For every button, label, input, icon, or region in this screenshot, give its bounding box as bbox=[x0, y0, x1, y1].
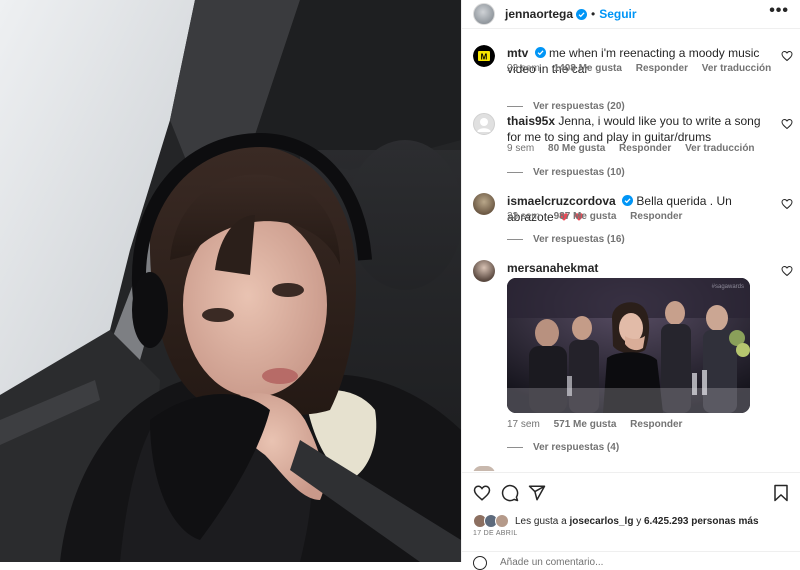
heart-icon[interactable] bbox=[781, 198, 793, 210]
reply-button[interactable]: Responder bbox=[636, 63, 688, 74]
comment-likes[interactable]: 571 Me gusta bbox=[554, 419, 617, 430]
comment-likes[interactable]: 80 Me gusta bbox=[548, 143, 605, 154]
view-replies-button[interactable]: Ver respuestas (4) bbox=[507, 442, 619, 453]
comment-username[interactable]: mtv bbox=[507, 46, 528, 60]
comment-meta: 9 sem 80 Me gusta Responder Ver traducci… bbox=[507, 143, 766, 154]
post-actions: Les gusta a josecarlos_lg y 6.425.293 pe… bbox=[462, 472, 800, 570]
add-comment-input[interactable]: Añade un comentario... bbox=[500, 557, 603, 568]
heart-icon[interactable] bbox=[781, 50, 793, 62]
comment-time: 9 sem bbox=[507, 143, 535, 154]
comment-username[interactable]: mersanahekmat bbox=[507, 261, 598, 275]
awards-audience-gif-image: #sagawards bbox=[507, 278, 750, 413]
comment-meta: 23 sem 987 Me gusta Responder bbox=[507, 211, 693, 222]
comment-gif[interactable]: #sagawards bbox=[507, 278, 750, 413]
heart-icon[interactable] bbox=[781, 265, 793, 277]
comments-list[interactable]: M mtv me when i'm reenacting a moody mus… bbox=[462, 30, 800, 471]
likes-joiner: y bbox=[636, 515, 642, 527]
follow-button[interactable]: Seguir bbox=[599, 7, 636, 21]
liked-by-user[interactable]: josecarlos_lg bbox=[570, 516, 634, 527]
commenter-avatar[interactable] bbox=[473, 113, 495, 135]
likes-prefix: Les gusta a bbox=[515, 515, 567, 527]
next-comment-avatar bbox=[473, 466, 495, 471]
default-avatar-icon bbox=[477, 118, 491, 132]
commenter-avatar[interactable] bbox=[473, 193, 495, 215]
post-photo[interactable] bbox=[0, 0, 461, 562]
post-header: jennaortega • Seguir ••• bbox=[462, 0, 800, 29]
comment-time: 23 sem bbox=[507, 63, 540, 74]
instagram-post: jennaortega • Seguir ••• M mtv me when i… bbox=[0, 0, 800, 570]
comment-icon[interactable] bbox=[501, 484, 519, 502]
heart-icon[interactable] bbox=[781, 118, 793, 130]
commenter-avatar[interactable]: M bbox=[473, 45, 495, 67]
liker-avatar bbox=[495, 514, 509, 528]
more-options-icon[interactable]: ••• bbox=[769, 2, 789, 20]
share-icon[interactable] bbox=[528, 484, 546, 502]
verified-badge-icon bbox=[534, 47, 546, 58]
view-replies-button[interactable]: Ver respuestas (16) bbox=[507, 234, 625, 245]
comment-username[interactable]: thais95x bbox=[507, 114, 555, 128]
comment-time: 17 sem bbox=[507, 419, 540, 430]
heart-icon[interactable] bbox=[473, 484, 491, 502]
verified-badge-icon bbox=[622, 195, 634, 206]
reply-button[interactable]: Responder bbox=[630, 211, 682, 222]
likes-count[interactable]: 6.425.293 personas más bbox=[644, 516, 759, 527]
comment-body: thais95x Jenna, i would like you to writ… bbox=[507, 113, 773, 145]
comment-time: 23 sem bbox=[507, 211, 540, 222]
mtv-logo-letter: M bbox=[481, 53, 488, 62]
gif-watermark-text: #sagawards bbox=[712, 284, 744, 290]
author-username[interactable]: jennaortega bbox=[505, 7, 573, 21]
commenter-avatar[interactable] bbox=[473, 260, 495, 282]
comment-meta: 17 sem 571 Me gusta Responder bbox=[507, 419, 693, 430]
author-avatar[interactable] bbox=[473, 3, 495, 25]
verified-badge-icon bbox=[576, 8, 588, 20]
view-replies-button[interactable]: Ver respuestas (20) bbox=[507, 101, 625, 112]
reply-button[interactable]: Responder bbox=[619, 143, 671, 154]
comment-username[interactable]: ismaelcruzcordova bbox=[507, 194, 616, 208]
header-separator: • bbox=[591, 7, 596, 21]
comment-body: mersanahekmat bbox=[507, 260, 773, 276]
emoji-icon[interactable] bbox=[473, 556, 487, 570]
likes-summary[interactable]: Les gusta a josecarlos_lg y 6.425.293 pe… bbox=[473, 514, 759, 528]
reply-button[interactable]: Responder bbox=[630, 419, 682, 430]
mtv-logo-icon: M bbox=[473, 45, 495, 67]
comment-likes[interactable]: 1408 Me gusta bbox=[554, 63, 622, 74]
save-bookmark-icon[interactable] bbox=[772, 484, 790, 502]
selfie-in-car-image bbox=[0, 0, 461, 562]
translate-button[interactable]: Ver traducción bbox=[685, 143, 754, 154]
comments-panel: jennaortega • Seguir ••• M mtv me when i… bbox=[461, 0, 800, 570]
view-replies-button[interactable]: Ver respuestas (10) bbox=[507, 167, 625, 178]
comment-meta: 23 sem 1408 Me gusta Responder Ver tradu… bbox=[507, 63, 782, 74]
post-date[interactable]: 17 DE ABRIL bbox=[473, 530, 518, 537]
liker-avatars bbox=[473, 514, 511, 528]
comment-likes[interactable]: 987 Me gusta bbox=[554, 211, 617, 222]
translate-button[interactable]: Ver traducción bbox=[702, 63, 771, 74]
add-comment-bar[interactable]: Añade un comentario... bbox=[462, 551, 800, 570]
